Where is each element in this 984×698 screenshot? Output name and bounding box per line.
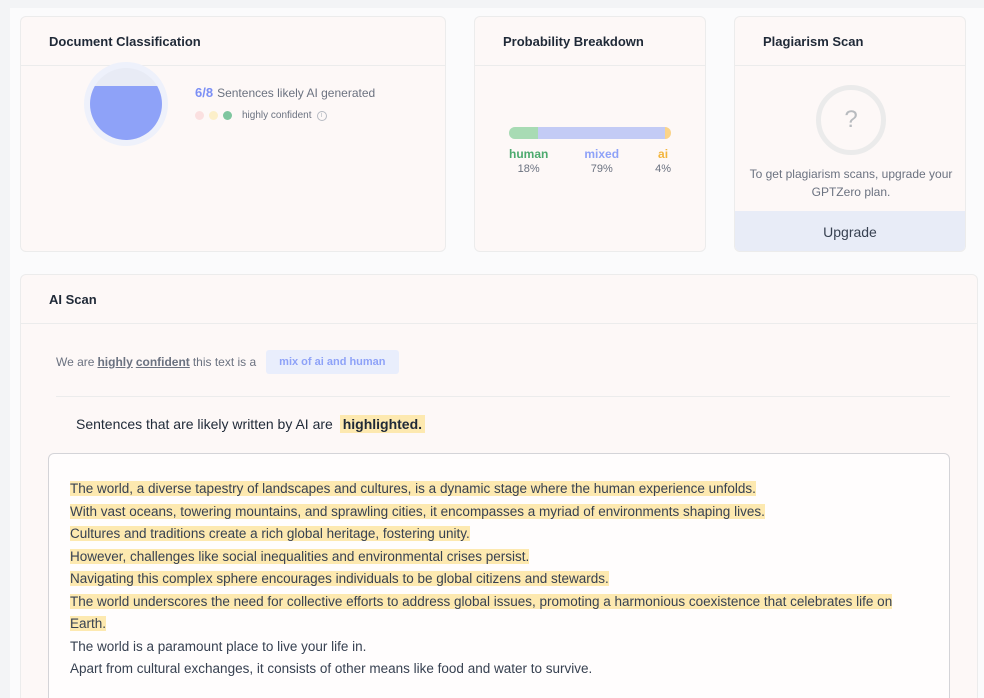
probability-label-mixed: mixed 79% xyxy=(584,147,619,175)
confidence-label: highly confident xyxy=(242,110,312,121)
probability-label-name: ai xyxy=(658,147,669,161)
probability-label-percent: 79% xyxy=(590,163,613,175)
probability-segment-mixed xyxy=(537,127,665,139)
verdict-prefix: We are xyxy=(56,355,95,369)
verdict-badge: mix of ai and human xyxy=(266,350,399,374)
probability-label-percent: 4% xyxy=(655,163,671,175)
probability-label-name: human xyxy=(509,147,549,161)
confidence-indicator: highly confident i xyxy=(195,110,327,121)
ai-scan-title: AI Scan xyxy=(21,275,977,324)
verdict-suffix: this text is a xyxy=(192,355,257,369)
probability-breakdown-card: Probability Breakdown human 18% mixed 79% ai… xyxy=(474,16,706,252)
probability-segment-ai xyxy=(664,127,671,139)
highlight-legend: Sentences that are likely written by AI … xyxy=(76,415,426,433)
ai-highlighted-sentence[interactable]: The world underscores the need for colle… xyxy=(70,593,893,631)
document-classification-card: Document Classification 6/8 Sentences lik… xyxy=(20,16,446,252)
probability-label-human: human 18% xyxy=(509,147,548,175)
ai-highlighted-sentence[interactable]: The world, a diverse tapestry of landsca… xyxy=(70,481,756,496)
legend-text: Sentences that are likely written by AI … xyxy=(76,416,333,432)
ai-fraction-fill xyxy=(90,86,162,140)
plagiarism-scan-card: Plagiarism Scan ? To get plagiarism scan… xyxy=(734,16,966,252)
probability-labels: human 18% mixed 79% ai 4% xyxy=(509,147,671,175)
probability-breakdown-title: Probability Breakdown xyxy=(475,17,705,66)
verdict-link-confident[interactable]: confident xyxy=(136,355,190,369)
ai-highlighted-sentence[interactable]: With vast oceans, towering mountains, an… xyxy=(70,503,765,519)
verdict-link-highly[interactable]: highly xyxy=(97,355,132,369)
confidence-dot-low xyxy=(195,111,204,120)
document-classification-title: Document Classification xyxy=(21,17,445,66)
divider xyxy=(56,396,950,397)
ai-highlighted-sentence[interactable]: Cultures and traditions create a rich gl… xyxy=(70,526,470,541)
ai-highlighted-sentence[interactable]: Navigating this complex sphere encourage… xyxy=(70,571,609,586)
legend-highlight-sample: highlighted. xyxy=(339,415,426,433)
ai-highlighted-sentence[interactable]: However, challenges like social inequali… xyxy=(70,548,530,564)
analyzed-text-box[interactable]: The world, a diverse tapestry of landsca… xyxy=(48,453,950,698)
verdict-line: We are highly confident this text is a mi… xyxy=(56,350,399,374)
confidence-dot-medium xyxy=(209,111,218,120)
plagiarism-message: To get plagiarism scans, upgrade your GP… xyxy=(749,167,953,199)
probability-label-ai: ai 4% xyxy=(655,147,671,175)
human-sentence[interactable]: Apart from cultural exchanges, it consis… xyxy=(70,661,592,676)
probability-label-percent: 18% xyxy=(517,163,540,175)
probability-label-name: mixed xyxy=(584,147,620,161)
probability-bar xyxy=(509,127,671,139)
classification-summary: 6/8 Sentences likely AI generated xyxy=(195,85,375,100)
classification-donut xyxy=(84,62,168,146)
info-icon[interactable]: i xyxy=(316,110,327,121)
classification-caption: Sentences likely AI generated xyxy=(217,86,376,100)
ai-sentence-fraction: 6/8 xyxy=(195,85,214,100)
question-mark-icon: ? xyxy=(816,85,886,155)
confidence-dot-high xyxy=(223,111,232,120)
probability-segment-human xyxy=(509,127,538,139)
upgrade-button[interactable]: Upgrade xyxy=(735,211,965,251)
plagiarism-scan-title: Plagiarism Scan xyxy=(735,17,965,66)
human-sentence[interactable]: The world is a paramount place to live y… xyxy=(70,639,366,654)
